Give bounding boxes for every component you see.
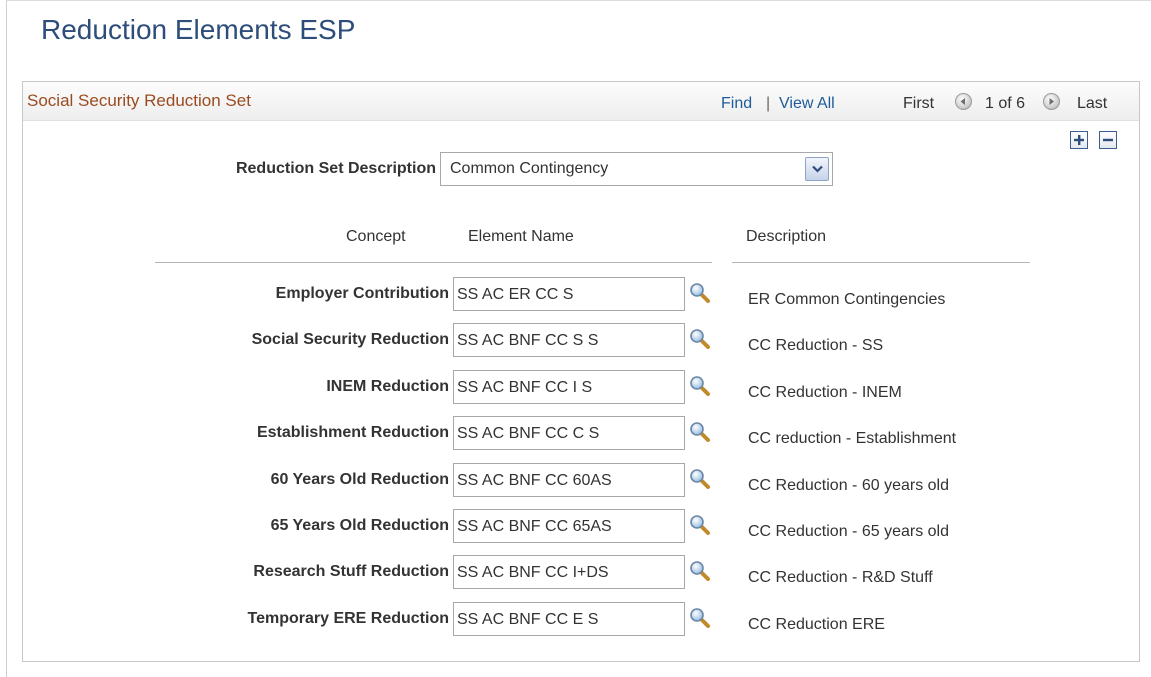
concept-label: 65 Years Old Reduction — [270, 517, 449, 534]
element-name-input[interactable]: SS AC BNF CC 65AS — [453, 509, 685, 543]
magnifier-icon[interactable] — [689, 328, 711, 350]
magnifier-icon[interactable] — [689, 607, 711, 629]
magnifier-icon[interactable] — [689, 282, 711, 304]
reduction-set-label: Reduction Set Description — [235, 160, 436, 177]
magnifier-icon[interactable] — [689, 560, 711, 582]
concept-label: Social Security Reduction — [251, 331, 449, 348]
element-name-value: SS AC ER CC S — [457, 286, 574, 303]
element-name-input[interactable]: SS AC BNF CC I+DS — [453, 555, 685, 589]
column-header-description: Description — [746, 228, 827, 245]
last-label[interactable]: Last — [1077, 95, 1107, 113]
element-name-input[interactable]: SS AC BNF CC I S — [453, 370, 685, 404]
magnifier-icon[interactable] — [689, 375, 711, 397]
element-description: CC reduction - Establishment — [748, 430, 957, 447]
arrow-right-icon[interactable] — [1043, 93, 1060, 110]
plus-icon — [1074, 135, 1084, 145]
element-name-value: SS AC BNF CC 60AS — [457, 472, 612, 489]
group-header: Social Security Reduction Set Find | Vie… — [23, 82, 1139, 121]
element-name-input[interactable]: SS AC BNF CC E S — [453, 602, 685, 636]
add-row-button[interactable] — [1070, 131, 1088, 149]
element-description: CC Reduction - SS — [748, 337, 884, 354]
element-description: CC Reduction - INEM — [748, 384, 902, 401]
concept-label: INEM Reduction — [326, 378, 449, 395]
element-name-input[interactable]: SS AC BNF CC 60AS — [453, 463, 685, 497]
arrow-left-icon[interactable] — [955, 93, 972, 110]
header-rule-right — [732, 262, 1030, 263]
concept-label: Establishment Reduction — [256, 424, 449, 441]
element-name-value: SS AC BNF CC C S — [457, 425, 600, 442]
row-counter: 1 of 6 — [985, 95, 1026, 112]
element-name-value: SS AC BNF CC S S — [457, 332, 599, 349]
reduction-set-select[interactable]: Common Contingency — [440, 152, 833, 186]
element-description: ER Common Contingencies — [748, 291, 946, 308]
page-frame-left-border — [6, 0, 7, 677]
column-header-concept: Concept — [346, 228, 406, 245]
concept-label: Research Stuff Reduction — [253, 563, 449, 580]
element-description: CC Reduction - R&D Stuff — [748, 569, 933, 586]
nav-separator: | — [766, 95, 771, 112]
element-name-input[interactable]: SS AC BNF CC C S — [453, 416, 685, 450]
magnifier-icon[interactable] — [689, 514, 711, 536]
page-frame-top-border — [6, 0, 1151, 1]
magnifier-icon[interactable] — [689, 421, 711, 443]
view-all-link[interactable]: View All — [779, 95, 835, 113]
element-name-value: SS AC BNF CC I+DS — [457, 564, 609, 581]
element-name-value: SS AC BNF CC 65AS — [457, 518, 612, 535]
magnifier-icon[interactable] — [689, 468, 711, 490]
minus-icon — [1103, 138, 1113, 142]
element-name-value: SS AC BNF CC I S — [457, 379, 593, 396]
concept-label: Temporary ERE Reduction — [247, 610, 449, 627]
column-header-element-name: Element Name — [468, 228, 574, 245]
element-description: CC Reduction - 60 years old — [748, 477, 949, 494]
element-description: CC Reduction ERE — [748, 616, 885, 633]
delete-row-button[interactable] — [1099, 131, 1117, 149]
element-description: CC Reduction - 65 years old — [748, 523, 949, 540]
first-label[interactable]: First — [903, 95, 934, 113]
concept-label: Employer Contribution — [275, 285, 449, 302]
header-rule-left — [155, 262, 712, 263]
group-title: Social Security Reduction Set — [27, 91, 251, 110]
concept-label: 60 Years Old Reduction — [270, 471, 449, 488]
element-name-input[interactable]: SS AC ER CC S — [453, 277, 685, 311]
page-title: Reduction Elements ESP — [41, 14, 356, 45]
element-name-input[interactable]: SS AC BNF CC S S — [453, 323, 685, 357]
reduction-set-value: Common Contingency — [450, 160, 609, 177]
find-link[interactable]: Find — [721, 95, 752, 113]
element-name-value: SS AC BNF CC E S — [457, 611, 599, 628]
chevron-down-icon[interactable] — [805, 157, 829, 181]
